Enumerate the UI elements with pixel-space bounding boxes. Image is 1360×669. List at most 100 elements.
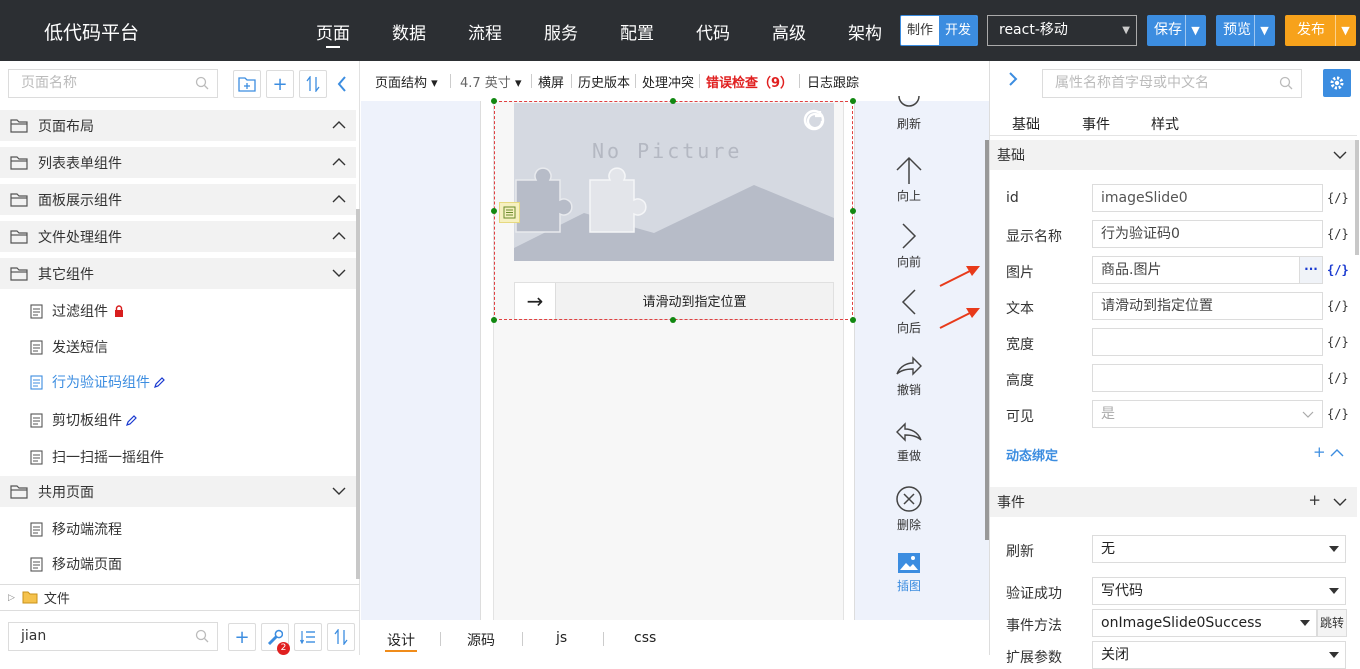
chevron-down-icon[interactable] <box>332 266 346 280</box>
add-page-button[interactable]: + <box>266 70 294 98</box>
chevron-up-icon[interactable] <box>332 118 346 132</box>
group-shared-pages[interactable]: 共用页面 <box>0 476 356 507</box>
group-list-form[interactable]: 列表表单组件 <box>0 147 356 178</box>
list-item[interactable]: 过滤组件 <box>0 296 356 326</box>
code-binding-button[interactable]: {/} <box>1327 407 1349 421</box>
nav-advanced[interactable]: 高级 <box>772 19 806 44</box>
resize-handle[interactable] <box>491 317 497 323</box>
list-order-button[interactable] <box>294 623 322 651</box>
more-options-button[interactable]: ··· <box>1299 256 1323 284</box>
save-button[interactable]: 保存 ▼ <box>1147 15 1206 46</box>
delete-tool[interactable]: 删除 <box>880 485 938 533</box>
move-back-tool[interactable]: 向后 <box>880 288 938 336</box>
resolve-conflict-button[interactable]: 处理冲突 <box>642 72 694 91</box>
mode-toggle[interactable]: 制作 开发 <box>900 15 978 46</box>
property-search-input[interactable]: 属性名称首字母或中文名 <box>1042 69 1302 98</box>
refresh-tool[interactable]: 刷新 <box>880 94 938 132</box>
landscape-toggle[interactable]: 横屏 <box>538 72 564 91</box>
caret-down-icon[interactable]: ▼ <box>1254 15 1274 46</box>
resize-handle[interactable] <box>850 208 856 214</box>
mode-dev-option[interactable]: 开发 <box>939 16 977 45</box>
tab-js[interactable]: js <box>556 630 567 646</box>
list-item[interactable]: 移动端页面 <box>0 549 356 579</box>
nav-flow[interactable]: 流程 <box>468 19 502 44</box>
nav-service[interactable]: 服务 <box>544 19 578 44</box>
mode-make-option[interactable]: 制作 <box>901 16 939 45</box>
scrollbar[interactable] <box>1355 140 1359 255</box>
collapse-panel-icon[interactable] <box>336 75 348 93</box>
image-field[interactable]: 商品.图片 <box>1092 256 1300 284</box>
nav-code[interactable]: 代码 <box>696 19 730 44</box>
id-field[interactable]: imageSlide0 <box>1092 184 1323 212</box>
refresh-event-select[interactable]: 无 <box>1092 535 1346 563</box>
component-tag-icon[interactable] <box>499 202 520 223</box>
file-tree-node[interactable]: ▷ 文件 <box>0 584 360 611</box>
group-panel-display[interactable]: 面板展示组件 <box>0 184 356 215</box>
display-name-field[interactable]: 行为验证码0 <box>1092 220 1323 248</box>
chevron-down-icon[interactable] <box>1333 150 1347 160</box>
screen-size-dropdown[interactable]: 4.7 英寸 ▾ <box>460 72 521 91</box>
undo-tool[interactable]: 撤销 <box>880 354 938 398</box>
ext-param-select[interactable]: 关闭 <box>1092 641 1346 669</box>
tab-source[interactable]: 源码 <box>467 630 495 650</box>
tab-css[interactable]: css <box>634 630 656 646</box>
sort-button[interactable] <box>327 623 355 651</box>
list-item[interactable]: 扫一扫摇一摇组件 <box>0 442 356 472</box>
code-binding-button[interactable]: {/} <box>1327 227 1349 241</box>
settings-button[interactable] <box>1323 69 1351 97</box>
publish-button[interactable]: 发布 ▼ <box>1285 15 1356 46</box>
resize-handle[interactable] <box>491 208 497 214</box>
group-other[interactable]: 其它组件 <box>0 258 356 289</box>
caret-down-icon[interactable]: ▼ <box>1335 15 1355 46</box>
resize-handle[interactable] <box>670 317 676 323</box>
page-structure-dropdown[interactable]: 页面结构 ▾ <box>375 72 438 91</box>
section-events[interactable]: 事件 + <box>990 487 1357 517</box>
list-item-active[interactable]: 行为验证码组件 <box>0 367 356 397</box>
history-button[interactable]: 历史版本 <box>578 72 630 91</box>
chevron-up-icon[interactable] <box>1330 448 1344 458</box>
expand-arrow-icon[interactable]: ▷ <box>8 593 15 603</box>
framework-select[interactable]: react-移动 ▼ <box>987 15 1137 46</box>
code-binding-button[interactable]: {/} <box>1327 299 1349 313</box>
chevron-down-icon[interactable] <box>1333 497 1347 507</box>
component-search-input[interactable]: jian <box>8 622 218 651</box>
chevron-right-icon[interactable] <box>1008 71 1018 87</box>
event-method-select[interactable]: onImageSlide0Success <box>1092 609 1317 637</box>
jump-button[interactable]: 跳转 <box>1317 609 1347 637</box>
tab-design[interactable]: 设计 <box>387 630 415 650</box>
chevron-up-icon[interactable] <box>332 155 346 169</box>
add-folder-button[interactable] <box>233 70 261 98</box>
code-binding-button[interactable]: {/} <box>1327 191 1349 205</box>
list-item[interactable]: 发送短信 <box>0 332 356 362</box>
redo-tool[interactable]: 重做 <box>880 420 938 464</box>
tab-style[interactable]: 样式 <box>1151 114 1179 134</box>
tools-button[interactable]: 2 <box>261 623 290 655</box>
error-check-button[interactable]: 错误检查（9） <box>706 72 793 91</box>
tab-basic[interactable]: 基础 <box>1012 114 1040 134</box>
nav-page[interactable]: 页面 <box>316 19 350 44</box>
nav-architecture[interactable]: 架构 <box>848 19 882 44</box>
move-up-tool[interactable]: 向上 <box>880 156 938 204</box>
code-binding-button[interactable]: {/} <box>1327 335 1349 349</box>
resize-handle[interactable] <box>670 98 676 104</box>
resize-handle[interactable] <box>850 317 856 323</box>
move-forward-tool[interactable]: 向前 <box>880 222 938 270</box>
log-trace-button[interactable]: 日志跟踪 <box>807 72 859 91</box>
chevron-up-icon[interactable] <box>332 192 346 206</box>
tab-events[interactable]: 事件 <box>1082 114 1110 134</box>
chevron-up-icon[interactable] <box>332 229 346 243</box>
insert-image-tool[interactable]: 插图 <box>880 552 938 594</box>
list-item[interactable]: 剪切板组件 <box>0 405 356 435</box>
success-event-select[interactable]: 写代码 <box>1092 577 1346 605</box>
group-page-layout[interactable]: 页面布局 <box>0 110 356 141</box>
section-basic[interactable]: 基础 <box>990 140 1357 170</box>
sort-button[interactable] <box>299 70 327 98</box>
page-search-input[interactable]: 页面名称 <box>8 69 218 98</box>
scrollbar[interactable] <box>356 209 360 579</box>
code-binding-button[interactable]: {/} <box>1327 263 1349 277</box>
add-component-button[interactable]: + <box>228 623 256 651</box>
preview-button[interactable]: 预览 ▼ <box>1216 15 1275 46</box>
add-binding-button[interactable]: + <box>1313 443 1326 461</box>
list-item[interactable]: 移动端流程 <box>0 514 356 544</box>
add-event-button[interactable]: + <box>1308 491 1321 509</box>
